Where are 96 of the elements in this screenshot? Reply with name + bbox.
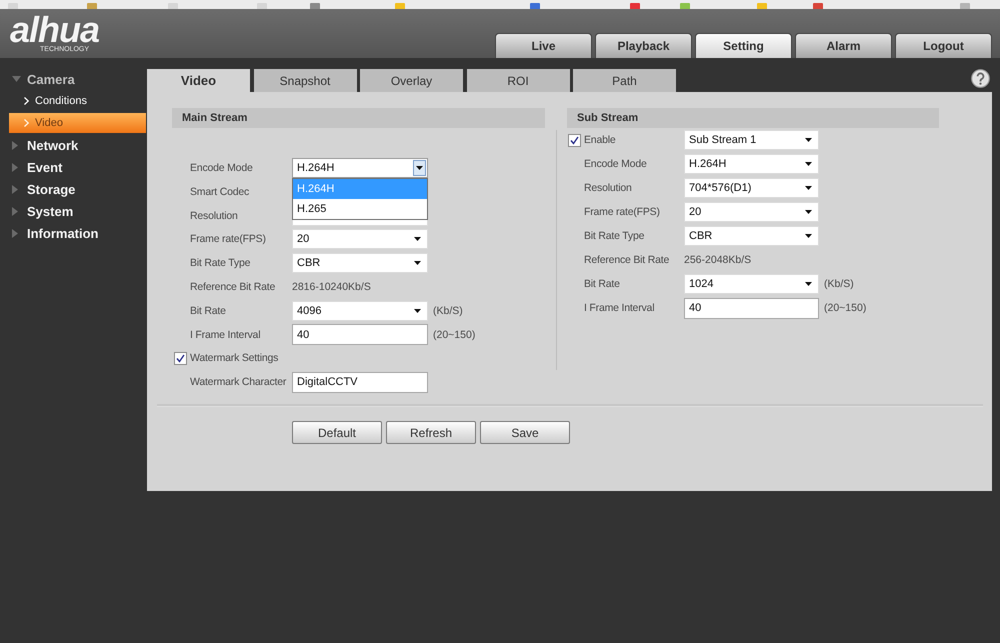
chevron-right-icon xyxy=(24,97,29,105)
field-label: Reference Bit Rate xyxy=(190,280,276,293)
field-label: Frame rate(FPS) xyxy=(190,233,267,246)
sidebar-item[interactable]: Network xyxy=(0,134,147,156)
field-label: Reference Bit Rate xyxy=(584,254,670,266)
caret-down-icon xyxy=(805,234,812,238)
triangle-right-icon xyxy=(12,184,18,194)
caret-down-icon xyxy=(805,186,812,190)
nav-tab[interactable]: Playback xyxy=(595,33,692,58)
field-label: Encode Mode xyxy=(190,162,254,174)
checkbox-label: Enable xyxy=(584,134,616,146)
field-label: Encode Mode xyxy=(584,158,648,170)
dropdown-field[interactable]: CBR xyxy=(684,226,819,246)
dropdown-field[interactable]: 20 xyxy=(292,229,428,250)
nav-tab[interactable]: Alarm xyxy=(795,33,892,58)
nav-tab[interactable]: Setting xyxy=(695,33,792,58)
triangle-down-icon xyxy=(12,76,21,82)
triangle-right-icon xyxy=(12,228,18,238)
bookmark-icon[interactable] xyxy=(960,3,970,9)
input-field[interactable]: DigitalCCTV xyxy=(292,372,428,393)
field-label: Smart Codec xyxy=(190,186,250,198)
tab[interactable]: Path xyxy=(573,69,676,92)
tab[interactable]: Snapshot xyxy=(254,69,356,92)
field-label: Frame rate(FPS) xyxy=(584,206,661,218)
checkmark-icon xyxy=(176,354,185,363)
sidebar-item[interactable]: Storage xyxy=(0,178,147,200)
sidebar-subitem[interactable]: Conditions xyxy=(9,91,146,111)
dropdown-field[interactable]: 20 xyxy=(684,202,819,222)
field-label: Watermark Character xyxy=(190,376,288,388)
bookmark-icon[interactable] xyxy=(8,3,18,9)
unit-text: (20~150) xyxy=(824,302,866,314)
dropdown-field[interactable]: 1024 xyxy=(684,274,819,294)
help-icon[interactable] xyxy=(971,69,990,88)
chevron-right-icon xyxy=(24,119,29,127)
checkbox-label: Watermark Settings xyxy=(190,352,278,364)
sidebar-item[interactable]: Information xyxy=(0,222,147,244)
bookmark-icon[interactable] xyxy=(395,3,405,9)
sidebar-item[interactable]: System xyxy=(0,200,147,222)
unit-text: (Kb/S) xyxy=(824,278,854,290)
dropdown-field[interactable]: H.264H xyxy=(684,154,819,174)
caret-down-icon xyxy=(805,138,812,142)
field-label: Bit Rate xyxy=(584,278,621,290)
unit-text: (20~150) xyxy=(433,328,476,341)
field-label: Bit Rate xyxy=(190,304,227,317)
triangle-right-icon xyxy=(12,140,18,150)
dropdown-button[interactable] xyxy=(413,160,426,176)
checkmark-icon xyxy=(570,136,579,144)
input-field[interactable]: 40 xyxy=(292,324,428,346)
input-field[interactable]: 40 xyxy=(684,298,819,318)
action-button[interactable]: Default xyxy=(292,421,382,444)
field-label: Bit Rate Type xyxy=(584,230,646,242)
field-label: Resolution xyxy=(584,182,633,194)
bookmark-icon[interactable] xyxy=(257,3,267,9)
caret-down-icon xyxy=(414,261,421,266)
unit-text: (Kb/S) xyxy=(433,304,463,317)
nav-tab[interactable]: Logout xyxy=(895,33,992,58)
section-header: Main Stream xyxy=(172,108,545,128)
field-label: I Frame Interval xyxy=(584,302,656,314)
bookmark-icon[interactable] xyxy=(168,3,178,9)
bookmark-icon[interactable] xyxy=(680,3,690,9)
tab[interactable]: ROI xyxy=(466,69,570,92)
action-button[interactable]: Refresh xyxy=(386,421,476,444)
bookmark-icon[interactable] xyxy=(87,3,97,9)
checkbox[interactable] xyxy=(174,352,187,365)
action-button[interactable]: Save xyxy=(480,421,570,444)
field-label: I Frame Interval xyxy=(190,328,262,341)
value-text: 256-2048Kb/S xyxy=(684,254,752,266)
dropdown-field[interactable]: Sub Stream 1 xyxy=(684,130,819,150)
triangle-right-icon xyxy=(12,162,18,172)
sidebar-subitem[interactable]: Video xyxy=(9,113,146,133)
bookmark-icon[interactable] xyxy=(813,3,823,9)
field-label: Bit Rate Type xyxy=(190,257,252,270)
dropdown-field[interactable]: CBR xyxy=(292,253,428,274)
caret-down-icon xyxy=(805,210,812,214)
nav-tab[interactable]: Live xyxy=(495,33,592,58)
bookmark-icon[interactable] xyxy=(757,3,767,9)
checkbox[interactable] xyxy=(568,134,581,146)
bookmark-icon[interactable] xyxy=(530,3,540,9)
field-label: Resolution xyxy=(190,210,239,222)
caret-down-icon xyxy=(416,166,423,170)
triangle-right-icon xyxy=(12,206,18,216)
value-text: 2816-10240Kb/S xyxy=(292,280,371,293)
bookmark-icon[interactable] xyxy=(630,3,640,9)
sidebar-item[interactable]: Camera xyxy=(0,68,147,90)
caret-down-icon xyxy=(805,282,812,286)
sidebar-item[interactable]: Event xyxy=(0,156,147,178)
dropdown-field[interactable]: 704*576(D1) xyxy=(684,178,819,198)
bookmark-icon[interactable] xyxy=(310,3,320,9)
caret-down-icon xyxy=(805,162,812,166)
section-header: Sub Stream xyxy=(567,108,939,128)
tab[interactable]: Video xyxy=(147,69,250,92)
caret-down-icon xyxy=(414,308,421,313)
tab[interactable]: Overlay xyxy=(360,69,463,92)
caret-down-icon xyxy=(414,237,421,242)
dropdown-field[interactable]: 4096 xyxy=(292,300,428,321)
logo-text: alhua xyxy=(10,14,100,46)
